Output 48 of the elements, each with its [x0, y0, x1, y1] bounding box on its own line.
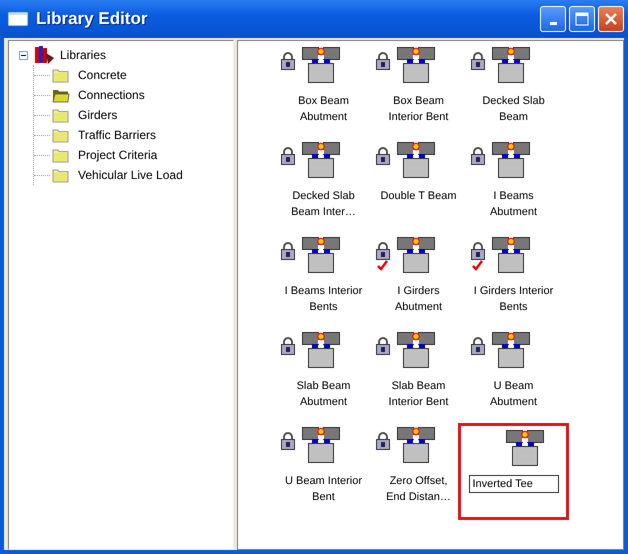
beam-icon: [396, 332, 434, 368]
library-entry[interactable]: Zero Offset, End Distan…: [378, 473, 458, 505]
beam-icon: [396, 427, 434, 463]
library-entry[interactable]: I Beams Interior Bents: [284, 283, 364, 315]
beam-icon: [506, 430, 544, 466]
beam-icon: [396, 47, 434, 83]
beam-icon: [492, 47, 530, 83]
beam-icon: [302, 237, 340, 273]
beam-icon: [302, 142, 340, 178]
tree-item[interactable]: Connections: [76, 88, 147, 102]
tree-item[interactable]: Concrete: [76, 68, 129, 82]
library-entry[interactable]: Box Beam Interior Bent: [378, 93, 458, 125]
tree-item[interactable]: Traffic Barriers: [76, 128, 158, 142]
library-entry[interactable]: Slab Beam Abutment: [284, 378, 364, 410]
minimize-icon: [550, 22, 556, 24]
books-icon: [34, 45, 55, 65]
library-entry[interactable]: U Beam Interior Bent: [284, 473, 364, 505]
window-title: Library Editor: [36, 9, 148, 29]
maximize-button[interactable]: [569, 6, 595, 32]
close-icon: [604, 12, 618, 26]
tree-item[interactable]: Vehicular Live Load: [76, 168, 185, 182]
library-entry[interactable]: I Girders Interior Bents: [474, 283, 554, 315]
beam-icon: [492, 332, 530, 368]
beam-icon: [492, 237, 530, 273]
library-entry[interactable]: I Girders Abutment: [378, 283, 458, 315]
minimize-button[interactable]: [540, 6, 566, 32]
tree-item[interactable]: Libraries: [58, 48, 108, 62]
library-entry[interactable]: Double T Beam: [378, 188, 458, 204]
close-button[interactable]: [598, 6, 624, 32]
library-entry[interactable]: Slab Beam Interior Bent: [378, 378, 458, 410]
library-entry[interactable]: I Beams Abutment: [474, 188, 554, 220]
library-entry[interactable]: Box Beam Abutment: [284, 93, 364, 125]
beam-icon: [302, 332, 340, 368]
beam-icon: [396, 237, 434, 273]
beam-icon: [302, 47, 340, 83]
toggle-icon: [19, 50, 28, 60]
library-entry[interactable]: Decked Slab Beam Inter…: [284, 188, 364, 220]
library-entry[interactable]: Decked Slab Beam: [474, 93, 554, 125]
tree-item[interactable]: Project Criteria: [76, 148, 160, 162]
window-icon: [8, 11, 28, 27]
name-field[interactable]: Inverted Tee: [468, 475, 558, 493]
collapse-toggle[interactable]: [19, 50, 28, 60]
tree-item[interactable]: Girders: [76, 108, 120, 122]
beam-icon: [396, 142, 434, 178]
beam-icon: [302, 427, 340, 463]
library-entry[interactable]: U Beam Abutment: [474, 378, 554, 410]
maximize-icon: [575, 12, 589, 26]
beam-icon: [492, 142, 530, 178]
